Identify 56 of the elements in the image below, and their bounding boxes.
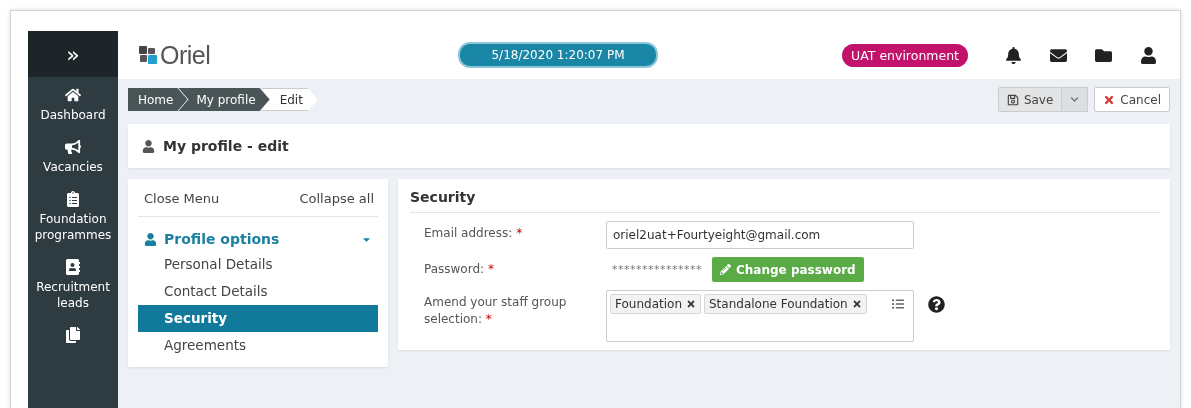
user-icon <box>144 232 157 246</box>
nav-label: Vacancies <box>43 159 103 175</box>
environment-badge: UAT environment <box>842 43 968 67</box>
logo-text: Oriel <box>160 40 211 70</box>
collapse-all-link[interactable]: Collapse all <box>299 191 374 206</box>
tag: Foundation <box>610 294 701 314</box>
field-label: Amend your staff group selection: * <box>424 294 568 328</box>
envelope-icon[interactable] <box>1050 46 1067 64</box>
logo-icon <box>138 45 158 65</box>
required-mark: * <box>516 226 523 240</box>
breadcrumb-item[interactable]: My profile <box>178 88 270 111</box>
nav-item[interactable]: Recruitment leads <box>28 249 118 317</box>
password-value: *************** <box>611 262 703 276</box>
menu-item[interactable]: Personal Details <box>138 251 378 278</box>
user-icon <box>142 139 155 153</box>
remove-icon[interactable] <box>686 299 696 309</box>
tag: Standalone Foundation <box>704 294 867 314</box>
email-field[interactable]: oriel2uat+Fourtyeight@gmail.com <box>606 221 914 249</box>
remove-icon[interactable] <box>851 299 862 309</box>
nav-label: Foundation programmes <box>33 211 113 243</box>
menu-item[interactable]: Contact Details <box>138 278 378 305</box>
section-title: Security <box>410 189 1160 213</box>
menu-item[interactable]: Security <box>138 305 378 332</box>
nav-item[interactable]: Foundation programmes <box>28 181 118 249</box>
expand-button[interactable]: » <box>28 31 118 77</box>
breadcrumb-item[interactable]: Home <box>128 88 188 111</box>
required-mark: * <box>487 262 494 276</box>
save-button[interactable]: Save <box>997 87 1063 112</box>
breadcrumb-item[interactable]: Edit <box>260 88 318 111</box>
page-title: My profile - edit <box>163 138 289 154</box>
bell-icon[interactable] <box>1005 46 1022 64</box>
clipboard-icon <box>65 191 81 207</box>
required-mark: * <box>485 312 492 326</box>
close-icon <box>1103 93 1116 106</box>
nav-label: Recruitment leads <box>35 279 111 311</box>
nav-item[interactable]: Dashboard <box>38 77 108 129</box>
nav-item[interactable]: Vacancies <box>41 129 105 181</box>
menu-item[interactable]: Agreements <box>138 332 378 359</box>
chevron-icon <box>1070 95 1080 104</box>
field-label: Password: * <box>424 261 495 278</box>
field-label: Email address: * <box>424 225 524 242</box>
group-label[interactable]: Profile options <box>164 231 280 247</box>
close-menu-link[interactable]: Close Menu <box>144 191 220 206</box>
megaphone-icon <box>65 139 81 155</box>
cancel-button[interactable]: Cancel <box>1094 87 1170 112</box>
help-icon[interactable] <box>928 296 945 313</box>
save-icon <box>1006 93 1019 106</box>
pencil-icon <box>720 264 731 275</box>
contact-book-icon <box>65 259 81 275</box>
user-icon[interactable] <box>1140 46 1157 64</box>
documents-icon <box>65 327 81 343</box>
staff-group-field[interactable]: Foundation Standalone Foundation <box>606 290 914 342</box>
nav-label: Dashboard <box>40 107 106 123</box>
clock: 5/18/2020 1:20:07 PM <box>458 42 658 68</box>
house-icon <box>65 87 81 103</box>
folder-icon[interactable] <box>1095 46 1112 64</box>
